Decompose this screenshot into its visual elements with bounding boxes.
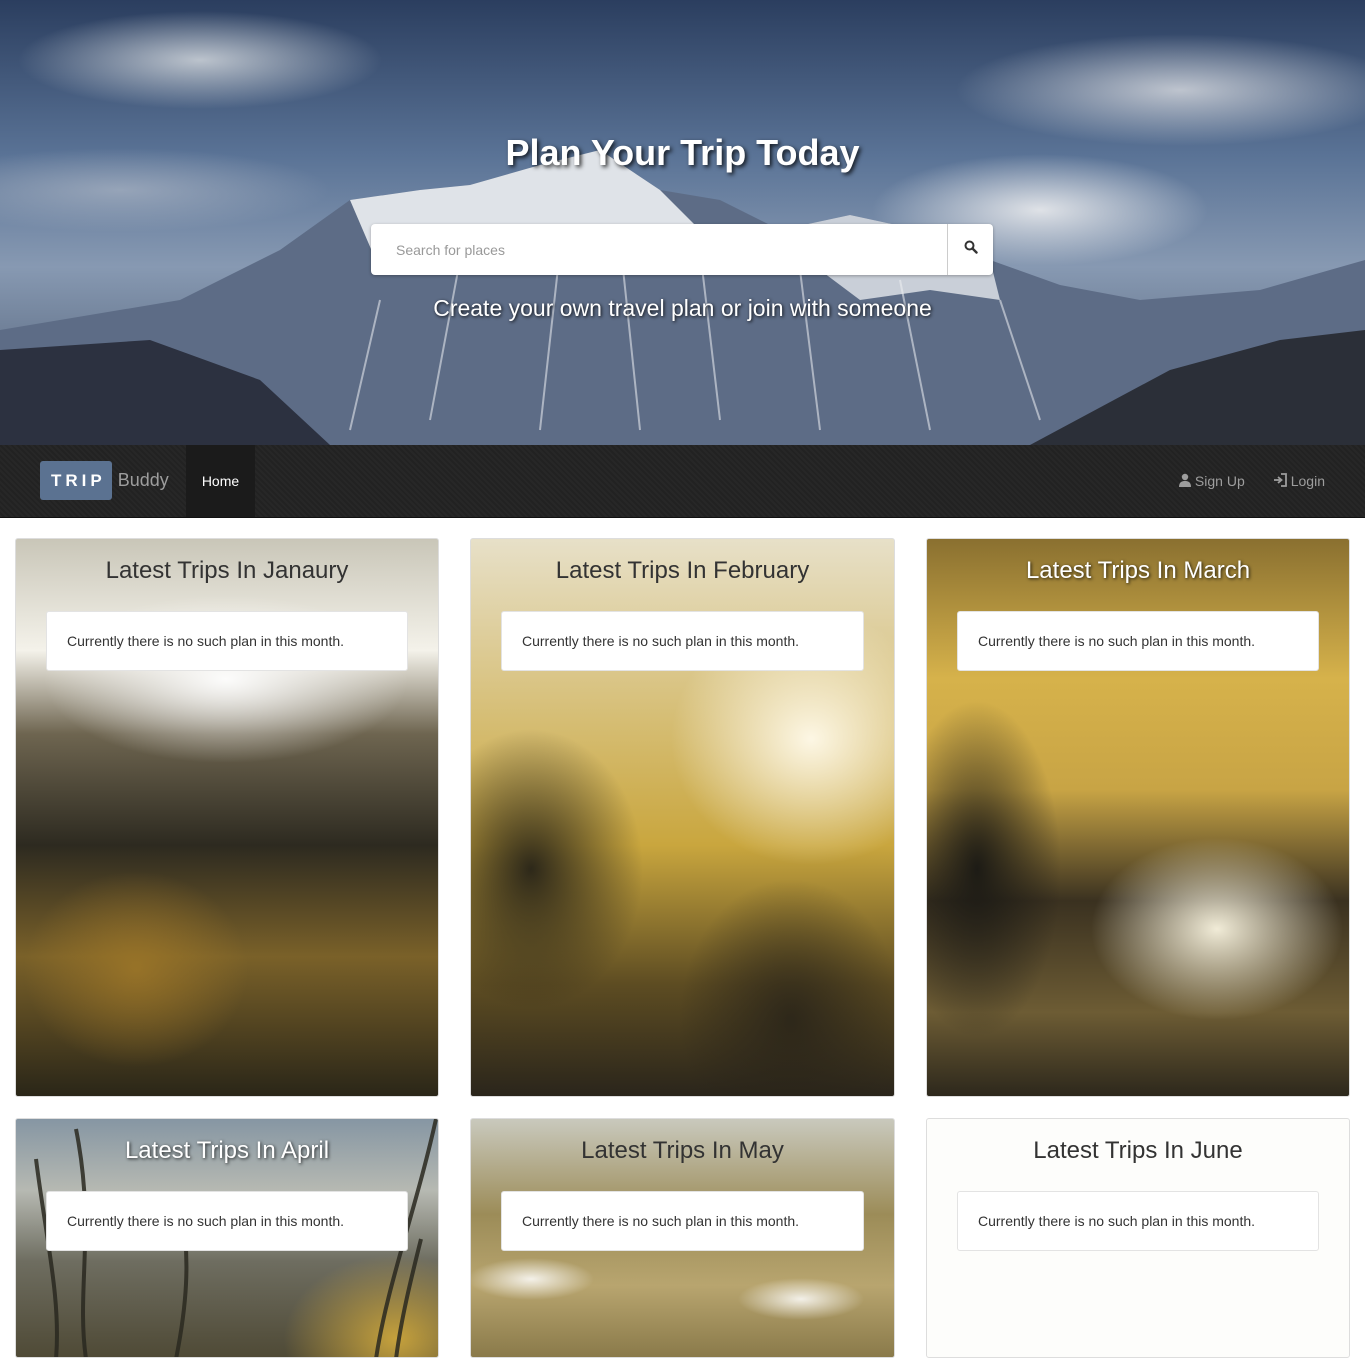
hero-subtitle: Create your own travel plan or join with… [433,295,932,321]
card-title: Latest Trips In March [1025,557,1251,584]
navbar: TRIP Buddy Home Sign Up Login [0,445,1365,518]
search-input[interactable] [371,224,948,275]
signup-label: Sign Up [1194,473,1245,489]
month-card-june: Latest Trips In June Currently there is … [926,1118,1350,1358]
card-title: Latest Trips In Janaury [105,557,349,584]
search-icon [964,240,978,259]
card-message: Currently there is no such plan in this … [501,1191,864,1251]
month-card-april: Latest Trips In April Currently there is… [15,1118,439,1358]
card-message: Currently there is no such plan in this … [501,611,864,671]
month-card-march: Latest Trips In March Currently there is… [926,538,1350,1097]
hero-banner: Plan Your Trip Today Create your own tra… [0,0,1365,445]
card-message: Currently there is no such plan in this … [957,1191,1319,1251]
month-card-may: Latest Trips In May Currently there is n… [470,1118,895,1358]
card-title: Latest Trips In May [581,1137,784,1164]
card-message: Currently there is no such plan in this … [46,1191,408,1251]
login-link[interactable]: Login [1273,472,1325,490]
nav-right: Sign Up Login [1150,445,1325,517]
card-title: Latest Trips In April [124,1137,330,1164]
mountain-illustration [0,150,1365,445]
card-title: Latest Trips In June [1033,1137,1243,1164]
nav-home-link[interactable]: Home [186,445,255,517]
signup-link[interactable]: Sign Up [1178,473,1245,490]
user-icon [1178,473,1195,490]
month-card-january: Latest Trips In Janaury Currently there … [15,538,439,1097]
hero-title: Plan Your Trip Today [505,132,860,173]
month-card-february: Latest Trips In February Currently there… [470,538,895,1097]
login-icon [1273,472,1291,490]
card-message: Currently there is no such plan in this … [46,611,408,671]
search-button[interactable] [947,224,993,275]
brand-buddy: Buddy [117,470,169,490]
brand-trip: TRIP [40,461,112,500]
search-bar [371,224,993,275]
brand-logo[interactable]: TRIP Buddy [40,461,169,500]
login-label: Login [1290,473,1325,489]
card-title: Latest Trips In February [555,557,810,584]
card-message: Currently there is no such plan in this … [957,611,1319,671]
